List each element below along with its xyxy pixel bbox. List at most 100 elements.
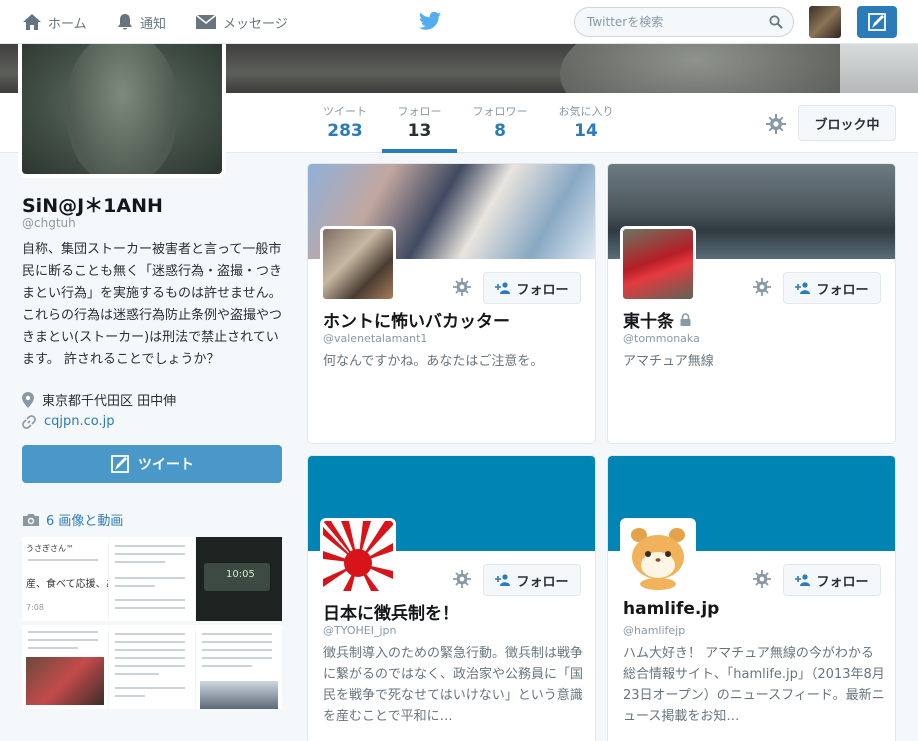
user-card[interactable]: フォロー 東十条 @tommonaka アマチュア無線 [607,163,896,444]
location-pin-icon [22,391,34,408]
profile-location: 東京都千代田区 田中伸 [22,390,176,409]
home-icon [23,14,41,30]
profile-location-text: 東京都千代田区 田中伸 [42,394,177,409]
hamster-mascot-image [623,521,693,591]
user-card-name[interactable]: hamlife.jp [623,599,719,619]
profile-bio: 自称、集団ストーカー被害者と言って一般市民に断ることも無く「迷惑行為・盗撮・つき… [22,242,283,367]
follow-person-icon [795,574,811,586]
compose-icon [868,13,886,31]
rising-sun-flag-image [323,521,393,591]
search-icon[interactable] [769,15,783,29]
follow-button-label: フォロー [816,574,869,590]
active-tab-indicator [382,149,457,153]
search-box [574,7,794,37]
follow-button[interactable]: フォロー [783,272,881,304]
user-card-avatar[interactable] [320,518,396,594]
thumb-text: 10:05 [226,569,255,580]
thumb-text: 7:08 [26,603,44,612]
stat-tweets-label: ツイート [323,105,367,118]
thumb-text: 産、食べて応援、あ [26,579,108,590]
gear-icon[interactable] [453,570,471,588]
search-input[interactable] [575,8,755,36]
media-thumbnail[interactable] [196,625,282,709]
top-nav: ホーム 通知 メッセージ [0,0,918,44]
profile-url[interactable]: cqjpn.co.jp [22,414,115,429]
nav-messages[interactable]: メッセージ [195,0,288,44]
user-card-avatar[interactable] [620,226,696,302]
media-thumbnail[interactable]: うさぎさん™ 産、食べて応援、あ 7:08 [22,537,108,621]
follow-button[interactable]: フォロー [483,564,581,596]
gear-icon[interactable] [753,570,771,588]
user-card-handle[interactable]: @valenetalamant1 [323,332,427,345]
follow-person-icon [495,282,511,294]
profile-url-text[interactable]: cqjpn.co.jp [44,414,115,429]
tweet-to-button[interactable]: ツイート [22,445,282,483]
stat-followers-label: フォロワー [472,105,528,118]
profile-avatar[interactable] [18,44,226,178]
media-thumbnail[interactable] [22,625,108,709]
user-card-name[interactable]: ホントに怖いバカッター [323,307,510,332]
user-card-name-text[interactable]: 東十条 [623,307,674,332]
stat-following-label: フォロー [397,105,442,118]
user-card-avatar[interactable] [620,518,696,594]
gear-icon[interactable] [753,278,771,296]
user-card-avatar[interactable] [320,226,396,302]
follow-person-icon [495,574,511,586]
user-card-name-text[interactable]: 日本に徴兵制を！ [323,599,459,624]
gear-icon[interactable] [766,114,786,134]
nav-notifications-label: 通知 [140,16,167,32]
media-thumbnail[interactable] [109,537,195,621]
compose-icon [111,455,129,473]
envelope-icon [195,14,217,29]
user-card-bio: 何なんですかね。あなたはご注意を。 [323,354,544,369]
lock-icon [680,313,691,326]
stat-favorites-value: 14 [574,121,598,141]
user-card[interactable]: フォロー hamlife.jp @hamlifejp ハム大好き！ アマチュア無… [607,455,896,741]
user-card-name-text[interactable]: ホントに怖いバカッター [323,307,510,332]
stat-following[interactable]: フォロー 13 [382,103,457,141]
follow-button-label: フォロー [516,574,569,590]
nav-user-avatar[interactable] [809,6,841,38]
media-gallery-link[interactable]: 6 画像と動画 [22,510,123,529]
stat-followers-value: 8 [494,121,506,141]
user-card-handle[interactable]: @tommonaka [623,332,700,345]
nav-messages-label: メッセージ [223,16,288,32]
stat-tweets-value: 283 [327,121,363,141]
stat-tweets[interactable]: ツイート 283 [318,103,372,141]
user-card-name-text[interactable]: hamlife.jp [623,599,719,619]
media-gallery-label: 6 画像と動画 [46,514,124,529]
user-card-bio: アマチュア無線 [623,354,714,369]
user-card[interactable]: フォロー 日本に徴兵制を！ @TYOHEI_jpn 徴兵制導入のための緊急行動。… [307,455,596,741]
profile-handle[interactable]: @chgtuh [22,216,76,230]
block-button[interactable]: ブロック中 [798,105,896,141]
gear-icon[interactable] [453,278,471,296]
bell-icon [118,14,132,30]
camera-icon [23,513,39,526]
user-card-name[interactable]: 日本に徴兵制を！ [323,599,459,624]
user-card[interactable]: フォロー ホントに怖いバカッター @valenetalamant1 何なんですか… [307,163,596,444]
user-card-bio: 徴兵制導入のための緊急行動。徴兵制は戦争に繋がるのではなく、政治家や公務員に「国… [323,646,584,724]
nav-home[interactable]: ホーム [22,0,87,44]
follow-person-icon [795,282,811,294]
twitter-bird-icon[interactable] [419,11,441,31]
stat-following-value: 13 [407,121,432,141]
media-thumbnail[interactable]: 10:05 [196,537,282,621]
user-card-name[interactable]: 東十条 [623,307,691,332]
thumb-text: うさぎさん™ [26,544,74,553]
nav-notifications[interactable]: 通知 [116,0,166,44]
user-card-bio: ハム大好き！ アマチュア無線の今がわかる総合情報サイト、「hamlife.jp」… [623,646,885,724]
follow-button-label: フォロー [816,282,869,298]
follow-button[interactable]: フォロー [783,564,881,596]
user-card-handle[interactable]: @hamlifejp [623,624,685,637]
tweet-to-button-label: ツイート [138,457,194,473]
follow-button-label: フォロー [516,282,569,298]
stat-favorites[interactable]: お気に入り 14 [553,103,619,141]
stat-followers[interactable]: フォロワー 8 [468,103,532,141]
nav-home-label: ホーム [48,16,87,32]
user-card-handle[interactable]: @TYOHEI_jpn [323,624,396,637]
link-icon [22,414,36,429]
follow-button[interactable]: フォロー [483,272,581,304]
compose-button[interactable] [857,6,897,38]
media-thumbnail[interactable] [109,625,195,709]
profile-name[interactable]: SiN@J＊1ANH [22,191,163,218]
